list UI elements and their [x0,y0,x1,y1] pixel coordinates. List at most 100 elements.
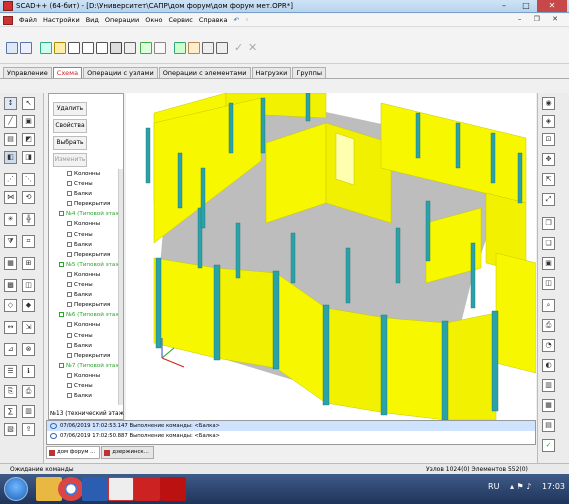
list-icon[interactable]: ☰ [4,365,17,378]
filter-icon[interactable]: ⧩ [4,235,17,248]
menu-window[interactable]: Окно [142,16,165,24]
undo-icon[interactable]: ↶ [230,16,241,24]
tree-item[interactable]: Стены [53,331,123,341]
tree-item[interactable]: Колонны [53,320,123,330]
search-icon[interactable]: ⌕ [542,299,555,312]
eye-icon[interactable]: ◔ [542,339,555,352]
checkbox-icon[interactable] [67,342,72,348]
tree-item[interactable]: Балки [53,290,123,300]
clock[interactable]: 17:03 [542,482,565,491]
column-tool-icon[interactable] [40,42,52,54]
table-small-icon[interactable]: ▥ [22,405,35,418]
tab-loads[interactable]: Нагрузки [251,67,292,78]
scad-app-icon[interactable] [108,477,134,501]
tab-element-operations[interactable]: Операции с элементами [158,67,251,78]
view-icon[interactable]: ◨ [22,151,35,164]
slab-icon[interactable] [124,42,136,54]
view-rotate-icon[interactable]: ◈ [542,115,555,128]
tree-item[interactable]: Балки [53,391,123,401]
fragment-icon[interactable]: ▤ [4,133,17,146]
maximize-button[interactable]: □ [515,0,537,12]
section-icon[interactable]: ◫ [22,279,35,292]
checkbox-icon[interactable] [67,231,72,237]
checkbox-icon[interactable] [59,362,64,368]
tree-item[interactable]: Перекрытия [53,300,123,310]
tree-floor-node[interactable]: №6 (Типовой этаж [53,310,123,320]
checkbox-icon[interactable] [67,191,72,197]
node-icon[interactable] [20,42,32,54]
checkbox-icon[interactable] [67,221,72,227]
checkbox-icon[interactable] [59,261,64,267]
links-icon[interactable]: ⋱ [22,173,35,186]
results-icon[interactable]: ▧ [4,423,17,436]
pin-icon[interactable]: ◦ [242,16,252,24]
group-icon[interactable] [154,42,166,54]
checkbox-icon[interactable] [67,332,72,338]
checkbox-icon[interactable] [67,302,72,308]
color-icon[interactable]: ◐ [542,359,555,372]
menu-operations[interactable]: Операции [102,16,142,24]
export-icon[interactable]: ⇪ [22,423,35,436]
layer-icon[interactable]: ▤ [542,419,555,432]
menu-service[interactable]: Сервис [166,16,196,24]
select-button[interactable]: Выбрать [53,136,87,150]
tree-floor-node[interactable]: №7 (Типовой этаж [53,361,123,371]
tree-item[interactable]: Стены [53,179,123,189]
axes-icon[interactable]: ✳ [4,213,17,226]
checkbox-icon[interactable] [67,171,72,176]
doc-tab-other[interactable]: дзержинск... [101,446,154,459]
tree-item[interactable]: Стены [53,280,123,290]
pencil-icon[interactable] [82,42,94,54]
arrow-icon[interactable]: ↔ [4,321,17,334]
tree-floor-node[interactable]: №4 (Типовой этаж [53,209,123,219]
mesh-icon[interactable]: ▩ [4,279,17,292]
menu-settings[interactable]: Настройки [40,16,83,24]
close-button[interactable]: ✕ [537,0,567,12]
ok-icon[interactable]: ✓ [542,439,555,452]
hatch-icon[interactable]: ▦ [4,257,17,270]
menu-help[interactable]: Справка [196,16,231,24]
tab-node-operations[interactable]: Операции с узлами [83,67,158,78]
persp-icon[interactable]: ❒ [542,217,555,230]
print-view-icon[interactable]: ⎙ [542,319,555,332]
tab-management[interactable]: Управление [3,67,52,78]
start-button[interactable] [4,477,28,501]
checkbox-icon[interactable] [67,372,72,378]
tree-item[interactable]: Колонны [53,219,123,229]
select-icon[interactable] [188,42,200,54]
shade-icon[interactable]: ▣ [542,257,555,270]
cube-icon[interactable]: ◩ [22,133,35,146]
tree-item[interactable]: Колонны [53,371,123,381]
paint-icon[interactable]: ◧ [4,151,17,164]
doc-tab-current[interactable]: дом форум ... [46,446,101,459]
box-tool-icon[interactable]: ▣ [22,115,35,128]
log-row[interactable]: 07/06/2019 17:02:53.147 Выполнение коман… [47,421,535,431]
menu-view[interactable]: Вид [83,16,102,24]
beam-tool-icon[interactable] [68,42,80,54]
layers-icon[interactable] [174,42,186,54]
checkbox-icon[interactable] [67,292,72,298]
pan-icon[interactable]: ✥ [542,153,555,166]
properties-button[interactable]: Свойства [53,119,87,133]
grid-small-icon[interactable]: ╬ [22,213,35,226]
pdf-app-icon[interactable] [160,477,186,501]
tree-item[interactable]: Перекрытия [53,351,123,361]
checkbox-icon[interactable] [67,393,72,399]
mdi-controls[interactable]: – ❐ ✕ [518,15,563,23]
snap-icon[interactable]: ⌗ [22,235,35,248]
view-top-icon[interactable]: ⊡ [542,133,555,146]
log-row[interactable]: 07/06/2019 17:02:50.887 Выполнение коман… [47,431,535,441]
copy-icon[interactable] [202,42,214,54]
tree-item[interactable]: Колонны [53,270,123,280]
app-icon[interactable] [134,477,160,501]
checkbox-icon[interactable] [67,201,72,207]
tree-item[interactable]: Балки [53,240,123,250]
checkbox-icon[interactable] [67,181,72,187]
tree-item[interactable]: Перекрытия [53,250,123,260]
checkbox-icon[interactable] [67,352,72,358]
tree-item[interactable]: Стены [53,381,123,391]
render-icon[interactable]: ❏ [542,237,555,250]
checkbox-icon[interactable] [67,251,72,257]
brush-icon[interactable] [96,42,108,54]
checkbox-icon[interactable] [59,312,64,318]
